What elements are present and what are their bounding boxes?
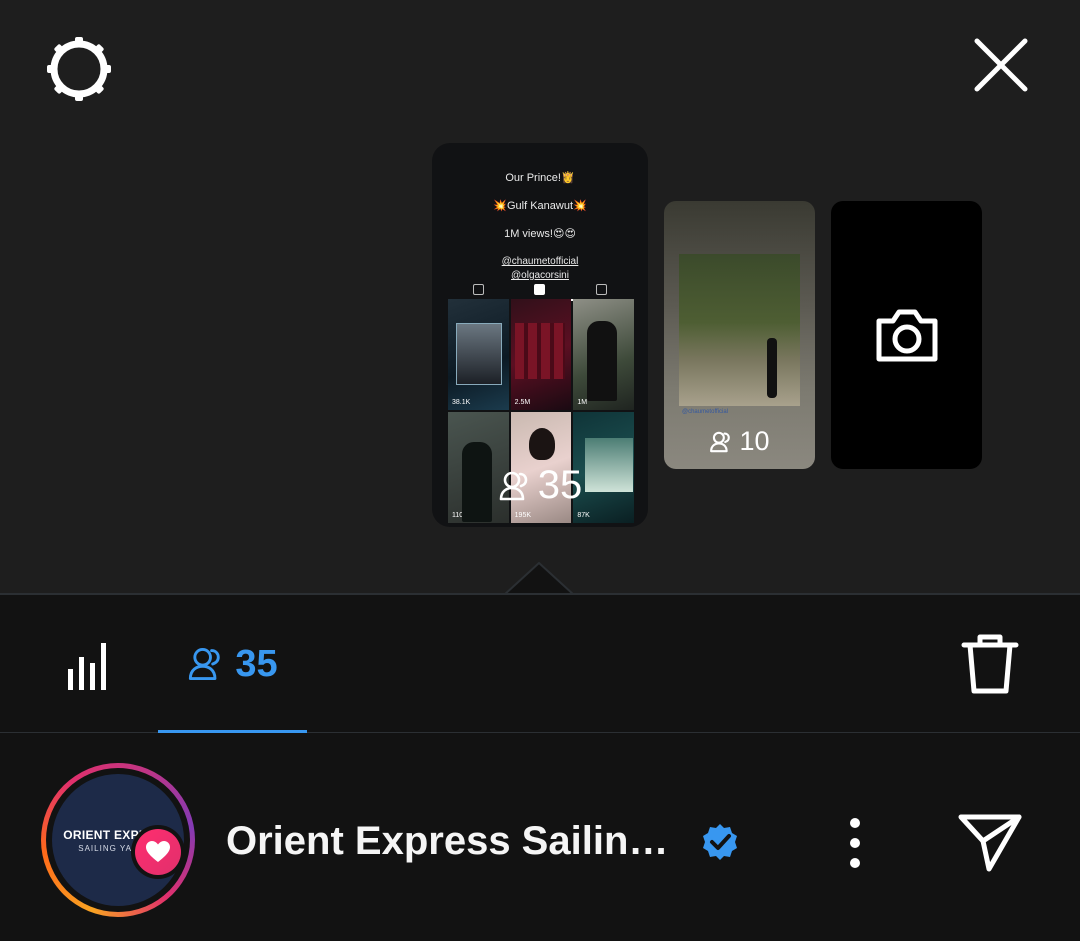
people-icon xyxy=(710,431,731,452)
send-icon xyxy=(958,814,1022,872)
reel-tile: 1M xyxy=(573,299,634,410)
story-viewer-count: 10 xyxy=(664,426,815,457)
story-thumbnail[interactable]: @chaumetofficial 10 xyxy=(664,201,815,469)
viewer-row[interactable]: ORIENT EXPRESS SAILING YACHTS Orient Exp… xyxy=(0,733,1080,941)
story-line: 💥Gulf Kanawut💥 xyxy=(493,200,587,212)
viewers-count: 35 xyxy=(235,642,278,685)
story-mention: @chaumetofficial xyxy=(501,256,579,267)
story-insights-panel: 35 ORIENT EXPRESS SAILING YACHTS Orient … xyxy=(0,593,1080,941)
verified-icon xyxy=(703,824,737,860)
bar-chart-icon xyxy=(68,643,106,690)
profile-tabs-preview xyxy=(448,279,632,301)
delete-story-button[interactable] xyxy=(958,631,1022,697)
story-viewer-count: 35 xyxy=(432,463,648,508)
close-icon xyxy=(974,38,1028,92)
trash-icon xyxy=(961,634,1019,694)
camera-icon xyxy=(876,309,937,362)
account-name[interactable]: Orient Express Sailin… xyxy=(226,819,668,864)
story-text-block: Our Prince!👸 💥Gulf Kanawut💥 1M views!😍😍 … xyxy=(432,171,648,283)
story-archive-preview: Our Prince!👸 💥Gulf Kanawut💥 1M views!😍😍 … xyxy=(0,0,1080,596)
send-message-button[interactable] xyxy=(955,809,1025,875)
story-photo xyxy=(679,254,800,406)
reel-views: 1M xyxy=(577,399,588,406)
reel-views: 2.5M xyxy=(514,399,531,406)
viewer-count-text: 35 xyxy=(537,463,583,507)
tagged-icon xyxy=(595,283,607,295)
add-story-button[interactable] xyxy=(831,201,982,469)
reel-views: 38.1K xyxy=(452,399,471,406)
reels-icon xyxy=(534,283,546,295)
verified-badge xyxy=(700,822,740,862)
grid-icon xyxy=(473,283,485,295)
settings-button[interactable] xyxy=(44,34,114,104)
people-icon xyxy=(189,648,221,680)
insights-button[interactable] xyxy=(60,633,120,693)
heart-badge-circle xyxy=(135,829,181,875)
more-options-button[interactable] xyxy=(836,815,874,871)
tab-viewers[interactable]: 35 xyxy=(158,595,307,733)
selection-pointer xyxy=(504,562,574,596)
close-button[interactable] xyxy=(968,32,1034,98)
reel-tile: 2.5M xyxy=(510,299,572,410)
story-line: Our Prince!👸 xyxy=(505,172,575,184)
story-line: 1M views!😍😍 xyxy=(504,228,576,240)
like-badge xyxy=(131,825,185,879)
reel-views: 87K xyxy=(577,512,590,519)
heart-icon xyxy=(146,841,170,862)
story-mention: @chaumetofficial xyxy=(682,409,729,415)
reel-views: 195K xyxy=(514,512,532,519)
story-thumbnail-selected[interactable]: Our Prince!👸 💥Gulf Kanawut💥 1M views!😍😍 … xyxy=(432,143,648,527)
reel-tile: 38.1K xyxy=(448,299,509,410)
gear-icon xyxy=(47,37,111,101)
more-vertical-icon xyxy=(850,818,860,868)
viewer-count-text: 10 xyxy=(739,426,770,456)
insights-tab-bar: 35 xyxy=(0,595,1080,733)
reel-views: 110K xyxy=(452,512,468,519)
people-icon xyxy=(499,471,528,500)
